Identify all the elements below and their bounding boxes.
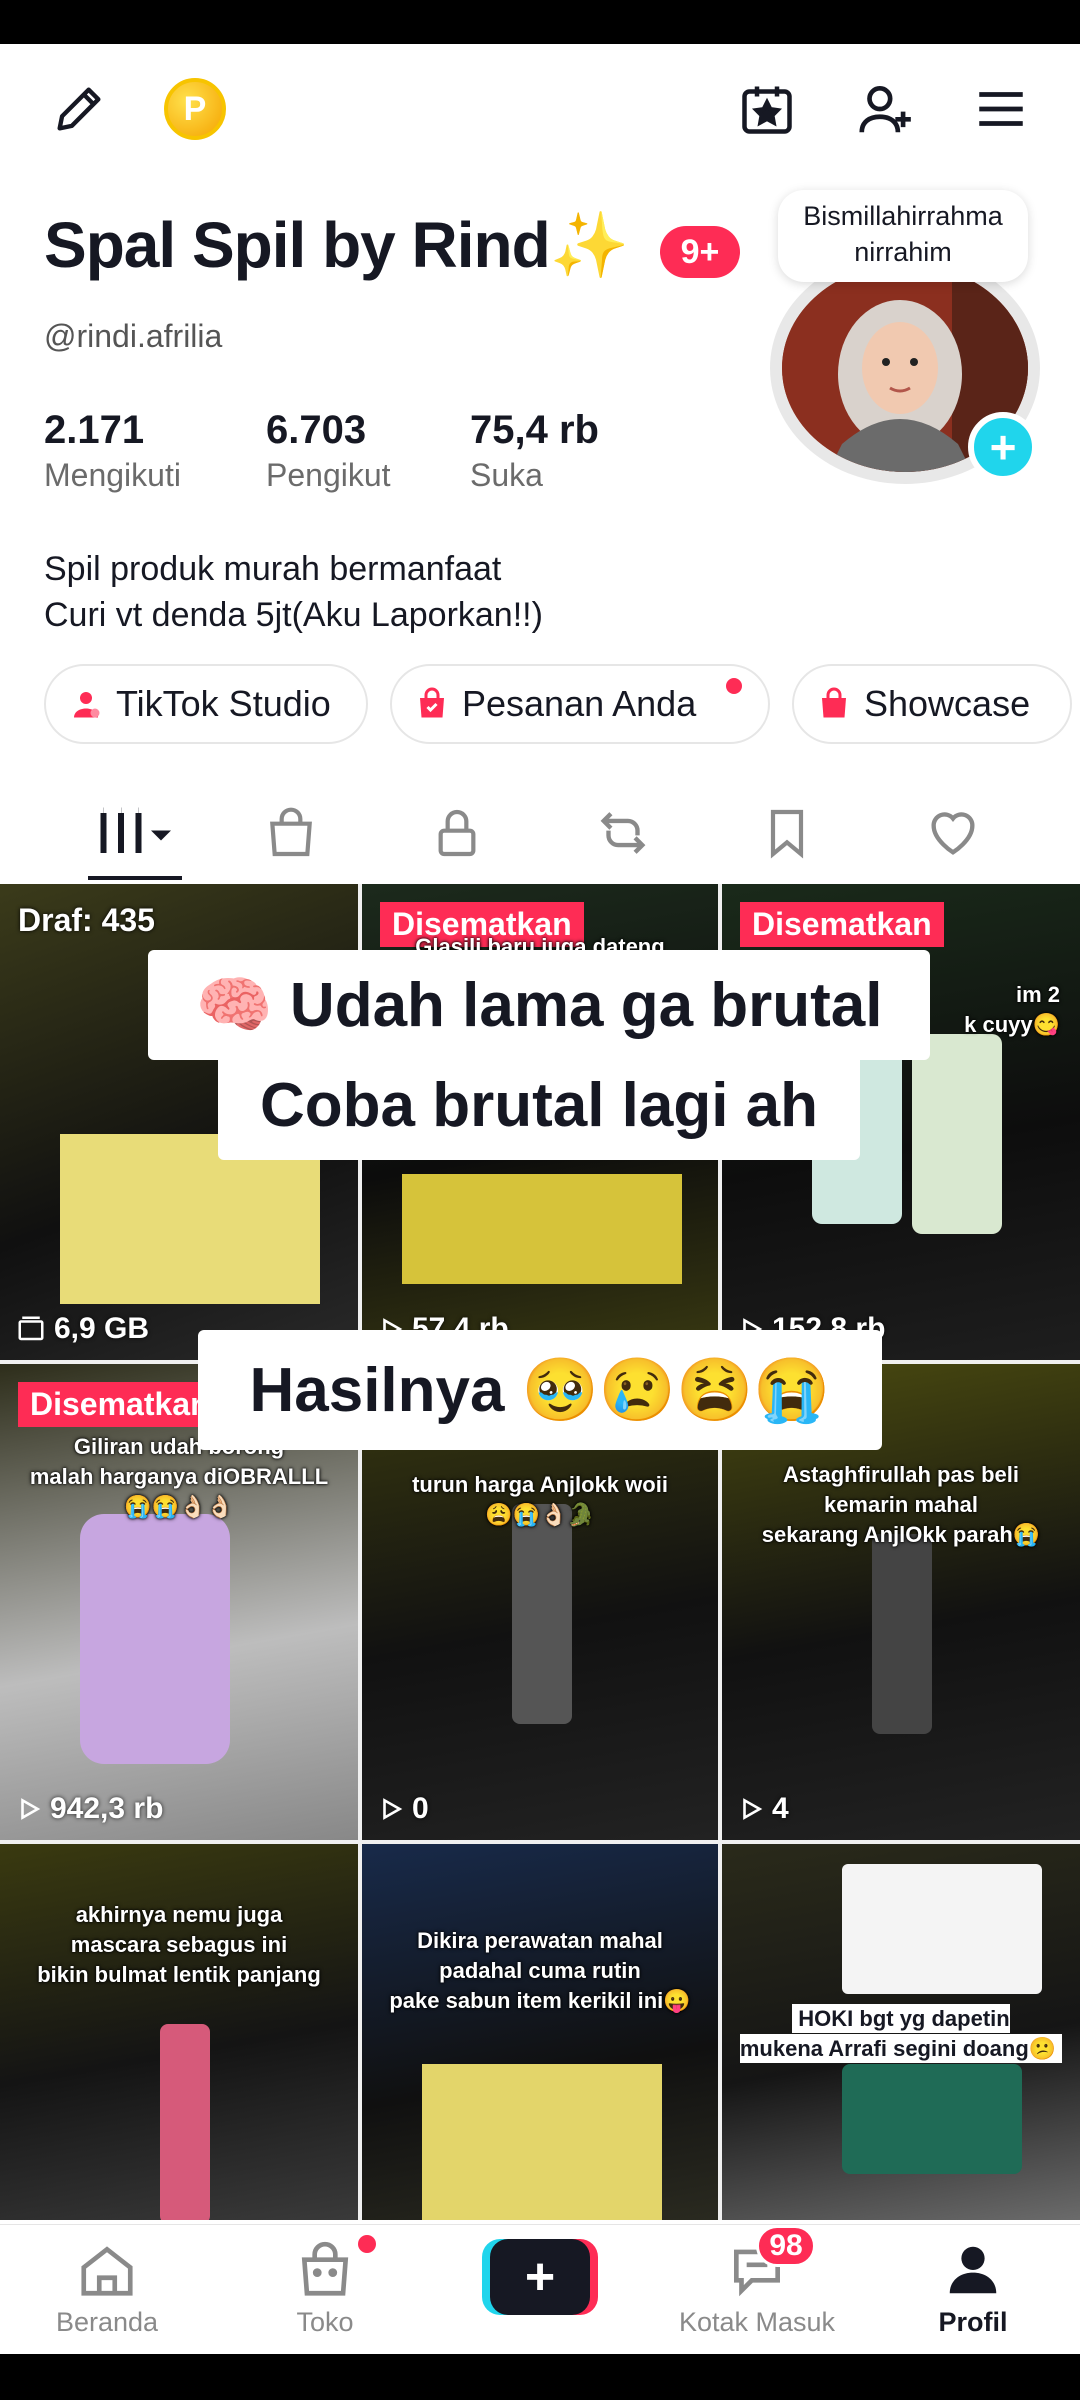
product-image bbox=[422, 2064, 662, 2220]
stat-followers-label: Pengikut bbox=[266, 457, 391, 493]
video-tile-7[interactable]: akhirnya nemu juga mascara sebagus ini b… bbox=[0, 1844, 358, 2220]
system-navigation-bar bbox=[0, 2354, 1080, 2400]
product-image bbox=[512, 1504, 572, 1724]
content-tabs bbox=[0, 780, 1080, 880]
nav-home-label: Beranda bbox=[55, 2307, 159, 2337]
tile-caption: HOKI bgt yg dapetin mukena Arrafi segini… bbox=[722, 1974, 1080, 2064]
showcase-button[interactable]: Showcase bbox=[792, 664, 1072, 744]
nav-shop[interactable]: Toko bbox=[240, 2239, 410, 2338]
stat-likes-value: 75,4 rb bbox=[470, 408, 599, 452]
calendar-star-icon[interactable] bbox=[732, 74, 802, 144]
profile-person-icon bbox=[949, 2246, 997, 2294]
orders-label: Pesanan Anda bbox=[462, 683, 697, 724]
play-icon bbox=[743, 1798, 763, 1820]
inbox-badge: 98 bbox=[756, 2225, 816, 2267]
repost-icon bbox=[600, 812, 646, 854]
product-image bbox=[842, 2064, 1022, 2174]
stat-likes-label: Suka bbox=[470, 457, 543, 493]
nav-home[interactable]: Beranda bbox=[22, 2239, 192, 2338]
add-friend-icon[interactable] bbox=[850, 74, 920, 144]
notification-badge[interactable]: 9+ bbox=[660, 226, 740, 278]
stat-following[interactable]: 2.171 Mengikuti bbox=[44, 408, 181, 494]
tile-caption: Astaghfirullah pas beli kemarin mahal se… bbox=[761, 1462, 1041, 1547]
tile-views: 0 bbox=[378, 1792, 429, 1826]
pinned-badge: Disematkan bbox=[740, 902, 944, 947]
nav-profile[interactable]: Profil bbox=[888, 2239, 1058, 2338]
shop-notification-dot bbox=[358, 2235, 376, 2253]
edit-pencil-icon[interactable] bbox=[44, 74, 114, 144]
tile-caption: Dikira perawatan mahal padahal cuma ruti… bbox=[389, 1928, 691, 2013]
product-image bbox=[160, 2024, 210, 2220]
status-bar bbox=[0, 0, 1080, 44]
profile-name: Spal Spil by Rind✨ bbox=[44, 209, 629, 281]
tile-views-text: 4 bbox=[772, 1792, 789, 1825]
tab-favorites[interactable] bbox=[752, 798, 822, 868]
product-image bbox=[80, 1514, 230, 1764]
nav-shop-label: Toko bbox=[296, 2307, 354, 2337]
play-icon bbox=[21, 1798, 41, 1820]
tab-reposts[interactable] bbox=[588, 798, 658, 868]
product-image bbox=[912, 1034, 1002, 1234]
home-icon bbox=[81, 2246, 133, 2296]
overlay-text-line2: Coba brutal lagi ah bbox=[218, 1050, 860, 1160]
product-image bbox=[402, 1174, 682, 1284]
story-bubble[interactable]: Bismillahirrahma nirrahim bbox=[778, 190, 1028, 282]
draft-label: Draf: 435 bbox=[18, 902, 155, 938]
active-tab-indicator bbox=[88, 876, 182, 880]
lock-icon bbox=[438, 809, 476, 857]
plus-icon: + bbox=[490, 2239, 590, 2315]
tab-private[interactable] bbox=[422, 798, 492, 868]
tile-views: 942,3 rb bbox=[16, 1792, 163, 1826]
orders-icon bbox=[420, 687, 444, 718]
nav-inbox-label: Kotak Masuk bbox=[678, 2307, 836, 2337]
tab-videos[interactable] bbox=[96, 798, 176, 868]
create-button[interactable]: + bbox=[482, 2239, 598, 2315]
tab-liked[interactable] bbox=[918, 798, 988, 868]
tile-caption-text: HOKI bgt yg dapetin mukena Arrafi segini… bbox=[739, 2004, 1063, 2063]
orders-dot bbox=[726, 678, 742, 694]
folder-icon bbox=[18, 1316, 44, 1341]
tab-shop[interactable] bbox=[256, 798, 326, 868]
tile-views-text: 942,3 rb bbox=[50, 1792, 164, 1825]
stat-following-value: 2.171 bbox=[44, 408, 145, 452]
nav-profile-label: Profil bbox=[938, 2307, 1008, 2337]
showcase-bag-icon bbox=[822, 687, 846, 718]
bookmark-icon bbox=[770, 809, 804, 859]
overlay-text-line3: Hasilnya 🥹😢😫😭 bbox=[198, 1330, 882, 1450]
orders-button[interactable]: Pesanan Anda bbox=[390, 664, 770, 744]
studio-icon bbox=[74, 692, 100, 718]
shop-bag-icon bbox=[301, 2241, 349, 2296]
pinned-badge: Disematkan bbox=[18, 1382, 222, 1427]
play-icon bbox=[383, 1798, 403, 1820]
tile-views-text: 0 bbox=[412, 1792, 429, 1825]
bottom-navigation: Beranda Toko + Kotak Masuk 98 Profil bbox=[0, 2224, 1080, 2355]
menu-hamburger-icon[interactable] bbox=[966, 74, 1036, 144]
stat-followers-value: 6.703 bbox=[266, 408, 367, 452]
overlay-text-line1: 🧠 Udah lama ga brutal bbox=[148, 950, 930, 1060]
shopping-bag-icon bbox=[270, 807, 312, 857]
profile-bio: Spil produk murah bermanfaat Curi vt den… bbox=[44, 550, 543, 634]
draft-size-text: 6,9 GB bbox=[54, 1312, 150, 1345]
grid-bars-icon bbox=[100, 807, 171, 853]
tile-views: 4 bbox=[738, 1792, 789, 1826]
stat-followers[interactable]: 6.703 Pengikut bbox=[266, 408, 391, 494]
tiktok-studio-label: TikTok Studio bbox=[116, 683, 331, 724]
product-image bbox=[872, 1534, 932, 1734]
video-tile-8[interactable]: Dikira perawatan mahal padahal cuma ruti… bbox=[362, 1844, 718, 2220]
stat-likes[interactable]: 75,4 rb Suka bbox=[470, 408, 599, 494]
tile-caption: akhirnya nemu juga mascara sebagus ini b… bbox=[37, 1902, 321, 1987]
draft-size: 6,9 GB bbox=[16, 1312, 149, 1346]
tile-caption: turun harga Anjlokk woii 😩😭👌🏻🐊 bbox=[412, 1472, 668, 1527]
tiktok-studio-button[interactable]: TikTok Studio bbox=[44, 664, 368, 744]
video-tile-9[interactable]: HOKI bgt yg dapetin mukena Arrafi segini… bbox=[722, 1844, 1080, 2220]
stat-following-label: Mengikuti bbox=[44, 457, 181, 493]
showcase-label: Showcase bbox=[864, 683, 1031, 724]
profile-handle: @rindi.afrilia bbox=[44, 318, 223, 354]
top-bar bbox=[0, 44, 1080, 174]
add-story-button[interactable]: + bbox=[968, 412, 1038, 482]
coin-icon[interactable]: P bbox=[164, 78, 226, 140]
heart-icon bbox=[931, 812, 975, 855]
